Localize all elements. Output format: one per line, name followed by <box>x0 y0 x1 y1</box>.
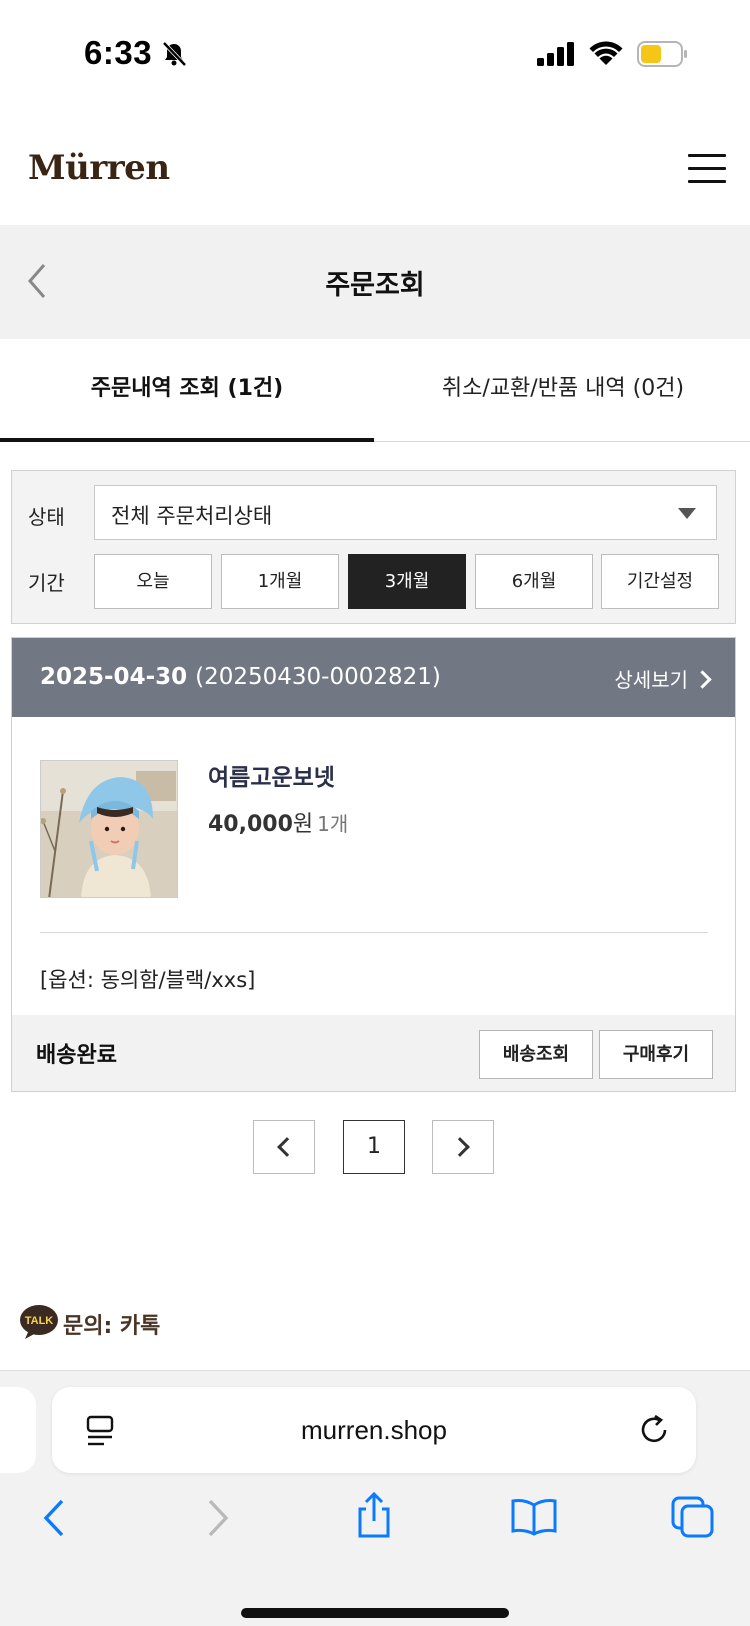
track-delivery-button[interactable]: 배송조회 <box>479 1030 593 1079</box>
child-bonnet-photo <box>41 761 177 897</box>
reload-icon[interactable] <box>638 1413 672 1447</box>
cellular-signal-icon <box>537 42 574 66</box>
next-page-button[interactable] <box>432 1120 494 1174</box>
order-number: (20250430-0002821) <box>195 664 441 690</box>
product-option: [옵션: 동의함/블랙/xxs] <box>40 968 256 992</box>
order-date-line: 2025-04-30 (20250430-0002821) <box>40 664 441 690</box>
period-1-month-button[interactable]: 1개월 <box>221 554 339 609</box>
tab-order-history[interactable]: 주문내역 조회 (1건) <box>0 339 374 442</box>
title-bar: 주문조회 <box>0 225 750 339</box>
prev-page-button[interactable] <box>253 1120 315 1174</box>
status-bar: 6:33 <box>0 0 750 110</box>
kakao-inquiry-label: 문의: 카톡 <box>63 1314 161 1339</box>
order-detail-label: 상세보기 <box>614 668 688 692</box>
product-quantity: 1개 <box>317 812 349 836</box>
product-name[interactable]: 여름고운보넷 <box>208 758 335 792</box>
order-detail-link[interactable]: 상세보기 <box>614 664 712 693</box>
order-date: 2025-04-30 <box>40 664 188 690</box>
site-header: Mürren <box>0 110 750 225</box>
period-filter-label: 기간 <box>28 571 65 595</box>
price-unit: 원 <box>292 812 314 837</box>
status-time: 6:33 <box>84 34 153 71</box>
home-indicator <box>241 1608 509 1618</box>
chevron-right-icon <box>450 1137 470 1157</box>
address-bar[interactable]: murren.shop <box>52 1387 696 1473</box>
page-number-current[interactable]: 1 <box>343 1120 405 1174</box>
order-footer: 배송완료 배송조회 구매후기 <box>12 1015 735 1091</box>
product-thumbnail[interactable] <box>40 760 178 898</box>
hamburger-menu-icon[interactable] <box>688 154 726 184</box>
chevron-right-icon <box>693 670 712 689</box>
status-select-value: 전체 주문처리상태 <box>111 504 273 528</box>
delivery-status: 배송완료 <box>36 1043 117 1068</box>
browser-forward-icon[interactable] <box>202 1497 232 1539</box>
period-6-month-button[interactable]: 6개월 <box>475 554 593 609</box>
period-custom-button[interactable]: 기간설정 <box>601 554 719 609</box>
url-text: murren.shop <box>301 1415 447 1445</box>
status-filter-label: 상태 <box>28 505 65 529</box>
previous-tab-preview[interactable] <box>0 1387 36 1473</box>
dropdown-arrow-icon <box>678 508 696 519</box>
order-tabs: 주문내역 조회 (1건) 취소/교환/반품 내역 (0건) <box>0 339 750 442</box>
site-logo[interactable]: Mürren <box>28 148 170 188</box>
period-today-button[interactable]: 오늘 <box>94 554 212 609</box>
kakaotalk-icon: TALK <box>20 1305 58 1339</box>
tab-cancel-exchange-return[interactable]: 취소/교환/반품 내역 (0건) <box>376 339 750 442</box>
tabs-overview-icon[interactable] <box>670 1495 716 1539</box>
order-card: 2025-04-30 (20250430-0002821) 상세보기 여름고운보… <box>11 637 736 1092</box>
talk-badge-text: TALK <box>25 1315 54 1327</box>
product-price-line: 40,000원 1개 <box>208 806 348 838</box>
bookmarks-icon[interactable] <box>510 1497 558 1537</box>
chevron-left-icon <box>277 1137 297 1157</box>
write-review-button[interactable]: 구매후기 <box>599 1030 713 1079</box>
bell-slash-icon <box>162 41 187 67</box>
wifi-icon <box>589 41 623 65</box>
order-header: 2025-04-30 (20250430-0002821) 상세보기 <box>12 638 735 717</box>
card-divider <box>40 932 708 933</box>
product-price: 40,000 <box>208 812 293 837</box>
browser-toolbar: murren.shop <box>0 1370 750 1626</box>
period-3-month-button[interactable]: 3개월 <box>348 554 466 609</box>
battery-icon <box>637 41 687 67</box>
status-select[interactable]: 전체 주문처리상태 <box>94 485 717 540</box>
filter-panel: 상태 전체 주문처리상태 기간 오늘 1개월 3개월 6개월 기간설정 <box>11 470 736 624</box>
page-title: 주문조회 <box>325 270 425 301</box>
share-icon[interactable] <box>354 1491 394 1539</box>
browser-back-icon[interactable] <box>40 1497 70 1539</box>
